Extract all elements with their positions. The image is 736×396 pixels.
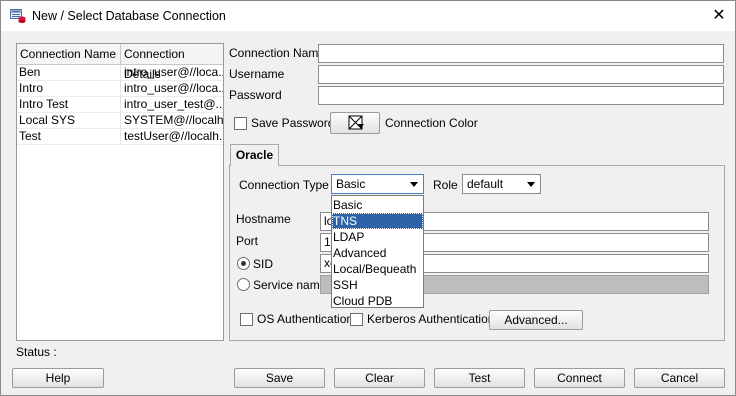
connection-name-input[interactable]	[318, 44, 724, 63]
dropdown-option-cloud-pdb[interactable]: Cloud PDB	[332, 293, 423, 309]
column-header-connection-name[interactable]: Connection Name	[17, 44, 121, 65]
advanced-button[interactable]: Advanced...	[489, 310, 583, 330]
save-password-label[interactable]: Save Password	[251, 116, 334, 130]
window-title: New / Select Database Connection	[32, 9, 226, 23]
connection-type-select[interactable]: Basic	[331, 174, 424, 194]
dropdown-option-basic[interactable]: Basic	[332, 197, 423, 213]
os-authentication-label[interactable]: OS Authentication	[257, 312, 353, 326]
password-label: Password	[229, 88, 282, 102]
connection-color-button[interactable]	[330, 112, 380, 134]
connection-details-cell: intro_user@//loca...	[124, 81, 223, 95]
dropdown-option-advanced[interactable]: Advanced	[332, 245, 423, 261]
connection-details-cell: intro_user_test@...	[124, 97, 223, 111]
connection-name-cell: Intro	[17, 81, 121, 97]
color-swatch-icon	[348, 115, 364, 130]
connection-type-dropdown[interactable]: Basic TNS LDAP Advanced Local/Bequeath S…	[331, 195, 424, 308]
kerberos-authentication-checkbox[interactable]	[350, 313, 363, 326]
title-bar: New / Select Database Connection ✕	[1, 1, 735, 31]
sid-radio[interactable]	[237, 257, 250, 270]
cancel-button[interactable]: Cancel	[634, 368, 725, 388]
chevron-down-icon	[410, 182, 418, 187]
kerberos-authentication-label[interactable]: Kerberos Authentication	[367, 312, 494, 326]
table-row[interactable]: Intro intro_user@//loca...	[17, 81, 223, 97]
connections-table[interactable]: Connection Name Connection Details Ben i…	[16, 43, 224, 341]
dropdown-option-ldap[interactable]: LDAP	[332, 229, 423, 245]
help-button[interactable]: Help	[12, 368, 104, 388]
role-label: Role	[433, 178, 458, 192]
dropdown-option-local-bequeath[interactable]: Local/Bequeath	[332, 261, 423, 277]
sid-label[interactable]: SID	[253, 257, 273, 271]
dropdown-option-ssh[interactable]: SSH	[332, 277, 423, 293]
username-input[interactable]	[318, 65, 724, 84]
os-authentication-checkbox[interactable]	[240, 313, 253, 326]
save-password-checkbox[interactable]	[234, 117, 247, 130]
dialog-window: New / Select Database Connection ✕ Conne…	[0, 0, 736, 396]
connection-name-label: Connection Name	[229, 46, 326, 60]
close-icon[interactable]: ✕	[707, 4, 731, 28]
dropdown-option-tns[interactable]: TNS	[332, 213, 423, 229]
connection-name-cell: Test	[17, 129, 121, 145]
connection-details-cell: SYSTEM@//localh...	[124, 113, 223, 127]
connection-type-label: Connection Type	[239, 178, 329, 192]
connection-color-label: Connection Color	[385, 116, 478, 130]
service-name-radio[interactable]	[237, 278, 250, 291]
connection-details-cell: intro_user@//loca...	[124, 65, 223, 79]
table-row[interactable]: Ben intro_user@//loca...	[17, 65, 223, 81]
save-button[interactable]: Save	[234, 368, 325, 388]
clear-button[interactable]: Clear	[334, 368, 425, 388]
table-row[interactable]: Local SYS SYSTEM@//localh...	[17, 113, 223, 129]
table-row[interactable]: Test testUser@//localh...	[17, 129, 223, 145]
connection-name-cell: Intro Test	[17, 97, 121, 113]
tab-oracle[interactable]: Oracle	[230, 144, 279, 166]
database-connection-icon	[10, 9, 26, 23]
test-button[interactable]: Test	[434, 368, 525, 388]
connection-details-cell: testUser@//localh...	[124, 129, 223, 143]
connect-button[interactable]: Connect	[534, 368, 625, 388]
connection-type-value: Basic	[336, 177, 366, 191]
table-row[interactable]: Intro Test intro_user_test@...	[17, 97, 223, 113]
chevron-down-icon	[527, 182, 535, 187]
column-header-connection-details[interactable]: Connection Details	[121, 44, 223, 81]
role-select[interactable]: default	[462, 174, 541, 194]
connection-name-cell: Local SYS	[17, 113, 121, 129]
port-label: Port	[236, 234, 259, 248]
hostname-label: Hostname	[236, 212, 291, 226]
password-input[interactable]	[318, 86, 724, 105]
role-value: default	[467, 177, 504, 191]
status-label: Status :	[16, 345, 57, 359]
username-label: Username	[229, 67, 285, 81]
service-name-label[interactable]: Service name	[253, 278, 326, 292]
connection-name-cell: Ben	[17, 65, 121, 81]
